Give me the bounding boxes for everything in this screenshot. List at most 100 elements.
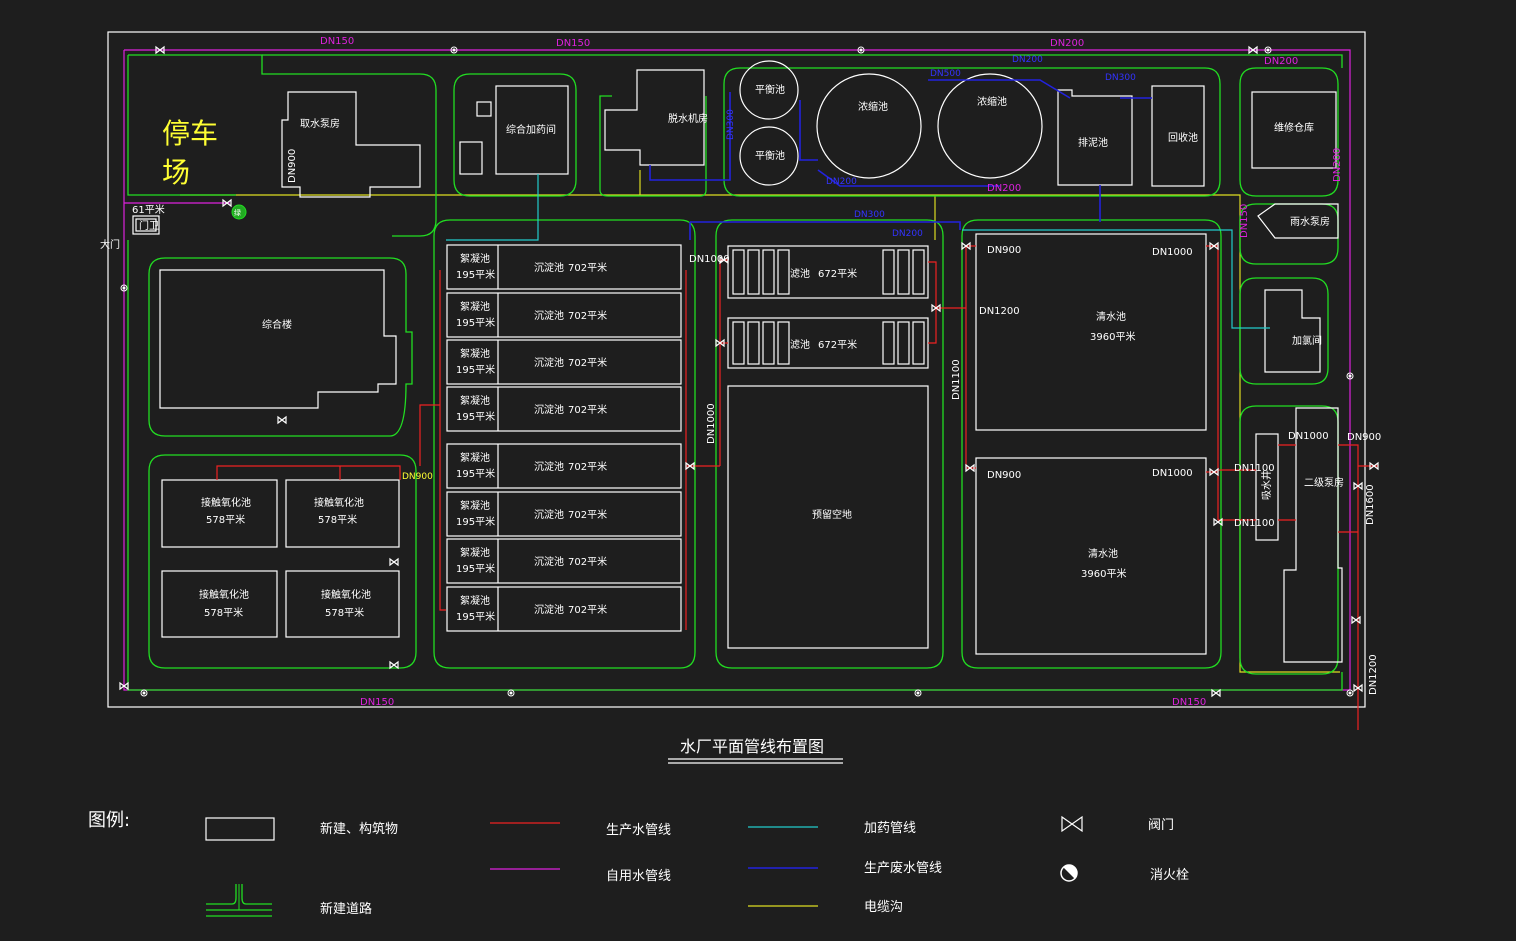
legend-valve-icon	[1061, 815, 1083, 833]
pipe-right-dn200: DN200	[1332, 148, 1343, 182]
floc-name: 絮凝池	[460, 451, 490, 464]
clearwell-2-name: 清水池	[1088, 547, 1118, 560]
filter-1-name: 滤池	[790, 267, 810, 280]
sed-name: 沉淀池	[534, 508, 564, 521]
legend-selfuse-label: 自用水管线	[606, 869, 671, 884]
office-label: 综合楼	[262, 318, 292, 331]
pipe-out-dn1200: DN1200	[1368, 654, 1379, 695]
blue-label-1: DN500	[930, 69, 961, 79]
floc-area: 195平米	[456, 316, 495, 329]
balance-tank-2-label: 平衡池	[755, 149, 785, 162]
sed-name: 沉淀池	[534, 460, 564, 473]
sed-area: 702平米	[568, 403, 607, 416]
filter-cell	[777, 321, 790, 365]
floc-sed-tanks: 絮凝池195平米沉淀池 702平米絮凝池195平米沉淀池 702平米絮凝池195平米…	[446, 244, 682, 632]
blue-label-4: DN200	[826, 177, 857, 187]
oxidation-3-name: 接触氧化池	[199, 588, 249, 601]
valves	[119, 45, 1379, 698]
pipe-top-2: DN150	[556, 38, 590, 49]
blue-label-7: DN300	[726, 109, 736, 140]
water-plant-site-plan: 停车 场 门卫 61平米 大门 绿 取水泵房 DN900 综合加药间 脱水机房 …	[88, 31, 1381, 917]
pipe-bottom-2: DN150	[1172, 697, 1206, 708]
floc-area: 195平米	[456, 610, 495, 623]
sed-area: 702平米	[568, 356, 607, 369]
filter-2-area: 672平米	[818, 338, 857, 351]
floc-area: 195平米	[456, 515, 495, 528]
legend-heading: 图例:	[88, 810, 130, 831]
legend-structure-label: 新建、构筑物	[320, 821, 398, 837]
waste-water-pipes	[649, 79, 1152, 240]
rain-pump-label: 雨水泵房	[1290, 215, 1330, 228]
pipe-out-dn900: DN900	[1347, 432, 1381, 443]
floc-sed-row	[446, 386, 682, 432]
sed-name: 沉淀池	[534, 356, 564, 369]
filter-cell	[897, 321, 910, 365]
hydrant-icon	[1346, 689, 1354, 697]
pipe-bottom-1: DN150	[360, 697, 394, 708]
clearwell-2-area: 3960平米	[1081, 567, 1126, 580]
pipe-cw-in: DN1100	[951, 359, 962, 400]
blue-label-2: DN200	[1012, 55, 1043, 65]
legend-road-icon	[206, 884, 272, 917]
cw1-dn900: DN900	[987, 245, 1021, 256]
filter-cell	[912, 249, 925, 295]
floc-sed-row	[446, 586, 682, 632]
filter-2-name: 滤池	[790, 338, 810, 351]
sludge-pool-label: 排泥池	[1078, 136, 1108, 149]
pipe-thickener-dn200: DN200	[987, 183, 1021, 194]
main-gate-label: 大门	[100, 238, 120, 251]
pipe-top-1: DN150	[320, 36, 354, 47]
chlorine-label: 加氯间	[1292, 334, 1322, 347]
valve-icon	[389, 557, 399, 567]
filter-cell	[732, 321, 745, 365]
filter-1-area: 672平米	[818, 267, 857, 280]
oxidation-1-area: 578平米	[206, 513, 245, 526]
filter-cell	[747, 249, 760, 295]
filter-cell	[882, 321, 895, 365]
hydrant-icon	[914, 689, 922, 697]
floc-sed-row	[446, 538, 682, 584]
filter-cell	[777, 249, 790, 295]
pipe-top-4: DN200	[1264, 56, 1298, 67]
valve-icon	[277, 415, 287, 425]
thickener-2-label: 浓缩池	[977, 95, 1007, 108]
filter-cell	[912, 321, 925, 365]
guard-house-area: 61平米	[132, 203, 165, 216]
floc-sed-row	[446, 339, 682, 385]
valve-icon	[389, 660, 399, 670]
legend-valve-label: 阀门	[1148, 818, 1174, 833]
thickener-2	[937, 73, 1043, 179]
sed-area: 702平米	[568, 309, 607, 322]
legend-waste-label: 生产废水管线	[864, 860, 942, 876]
chlorine-room	[1264, 289, 1321, 373]
floc-name: 絮凝池	[460, 347, 490, 360]
legend-production-label: 生产水管线	[606, 823, 671, 838]
intake-pump-house	[281, 91, 421, 198]
sed-area: 702平米	[568, 460, 607, 473]
floc-name: 絮凝池	[460, 394, 490, 407]
recovery-label: 回收池	[1168, 131, 1198, 144]
clearwell-1-name: 清水池	[1096, 310, 1126, 323]
floc-name: 絮凝池	[460, 546, 490, 559]
legend-cable-label: 电缆沟	[864, 899, 903, 915]
dosing-label: 综合加药间	[506, 123, 556, 136]
parking-label-2: 场	[162, 156, 190, 189]
legend-hydrant-icon	[1060, 864, 1078, 882]
oxidation-2-name: 接触氧化池	[314, 496, 364, 509]
cw1-dn1000: DN1000	[1152, 247, 1193, 258]
sed-name: 沉淀池	[534, 261, 564, 274]
floc-name: 絮凝池	[460, 594, 490, 607]
blue-label-3: DN300	[1105, 73, 1136, 83]
parking-label-1: 停车	[162, 117, 218, 150]
sed-name: 沉淀池	[534, 309, 564, 322]
pipe-sw-1: DN1000	[1288, 431, 1329, 442]
floc-name: 絮凝池	[460, 499, 490, 512]
pipe-top-3: DN200	[1050, 38, 1084, 49]
suction-well-label: 吸水井	[1260, 470, 1273, 500]
filter-cell	[762, 249, 775, 295]
oxidation-1-name: 接触氧化池	[201, 496, 251, 509]
pipe-filter-mid: DN1000	[706, 403, 717, 444]
floc-area: 195平米	[456, 410, 495, 423]
repair-store-label: 维修仓库	[1274, 121, 1314, 134]
floc-area: 195平米	[456, 467, 495, 480]
